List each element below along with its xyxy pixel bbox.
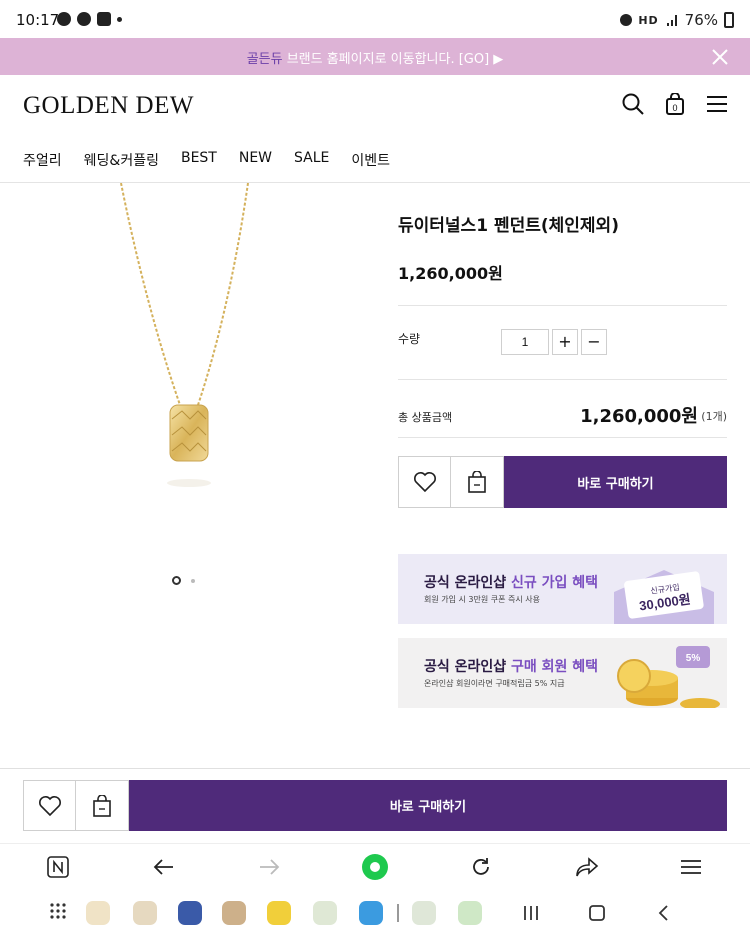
svg-text:5%: 5% [686,653,701,664]
promo-bar[interactable]: 골든듀 브랜드 홈페이지로 이동합니다. [GO] ▶ [0,38,750,75]
divider [398,379,727,380]
total-count: (1개) [701,410,727,423]
total-price: 1,260,000원 [580,406,698,427]
quantity-minus-button[interactable]: − [581,329,607,355]
coins-icon: 5% [617,646,720,708]
wishlist-button[interactable] [398,456,451,508]
menu-icon[interactable] [706,95,728,113]
nav-item-jewelry[interactable]: 주얼리 [23,150,62,170]
quantity-label: 수량 [398,332,421,346]
home-icon[interactable] [588,905,606,921]
brand-logo[interactable]: GOLDEN DEW [23,92,194,120]
naver-home-icon[interactable] [47,856,69,878]
cloud-icon [77,12,91,26]
quantity-input[interactable] [501,329,549,355]
buy-now-button[interactable]: 바로 구매하기 [504,456,727,508]
cart-icon[interactable]: 0 [665,93,685,115]
heart-icon [38,795,61,816]
system-nav-bar [0,889,750,937]
quantity-plus-button[interactable]: + [552,329,578,355]
status-bar: 10:17 HD 76% [0,0,750,38]
nav-item-sale[interactable]: SALE [294,150,329,170]
network-label: HD [638,13,659,27]
carousel-dot-active[interactable] [172,576,181,585]
more-dot-icon [117,16,122,22]
banner-title: 공식 온라인샵 신규 가입 혜택 [424,575,599,591]
back-icon[interactable] [656,904,670,922]
notification-icons [57,12,122,26]
camera-app-icon[interactable] [313,901,337,925]
sticky-buy-now-button[interactable]: 바로 구매하기 [129,780,727,831]
member-benefit-banner[interactable]: 공식 온라인샵 구매 회원 혜택 온라인샵 회원이라면 구매적립금 5% 지급 … [398,638,727,708]
header-actions: 0 [622,93,728,115]
status-right: HD 76% [620,11,734,29]
pen-app-icon[interactable] [267,901,291,925]
bear-app-icon[interactable] [222,901,246,925]
shopping-bag-icon [468,471,486,493]
banner-subtitle: 회원 가입 시 3만원 쿠폰 즉시 사용 [424,595,541,604]
banner-subtitle: 온라인샵 회원이라면 구매적립금 5% 지급 [424,679,565,688]
coupon-envelope-icon: 신규가입 30,000원 [614,570,714,624]
telegram-app-icon[interactable] [359,901,383,925]
green-dot-icon[interactable] [361,853,389,881]
close-icon[interactable] [712,49,728,65]
battery-icon [724,12,734,28]
nav-item-new[interactable]: NEW [239,150,272,170]
sticky-wishlist-button[interactable] [23,780,76,831]
nav-item-event[interactable]: 이벤트 [351,150,390,170]
alarm-icon [620,14,633,26]
signup-benefit-banner[interactable]: 공식 온라인샵 신규 가입 혜택 회원 가입 시 3만원 쿠폰 즉시 사용 신규… [398,554,727,624]
promo-message: 브랜드 홈페이지로 이동합니다. [GO] ▶ [282,52,504,67]
promo-brand: 골든듀 [246,52,283,67]
product-image[interactable] [0,183,370,513]
forward-arrow-icon[interactable] [259,857,281,877]
dock-divider [397,904,399,922]
back-arrow-icon[interactable] [152,857,174,877]
hamburger-menu-icon[interactable] [680,859,702,875]
search-icon[interactable] [622,93,644,115]
phone-app-icon[interactable] [86,901,110,925]
product-title: 듀이터널스1 펜던트(체인제외) [398,216,619,236]
promo-text[interactable]: 골든듀 브랜드 홈페이지로 이동합니다. [GO] ▶ [0,48,750,67]
recent-apps-icon[interactable] [522,905,540,921]
gallery-icon [97,12,111,26]
add-to-cart-button[interactable] [450,456,504,508]
battery-percent: 76% [684,11,718,29]
divider [398,305,727,306]
talk-icon [57,12,71,26]
heart-icon [413,472,436,493]
sprout-app-icon[interactable] [458,901,482,925]
sticky-cart-button[interactable] [75,780,129,831]
divider [398,437,727,438]
product-price: 1,260,000원 [398,264,503,283]
share-icon[interactable] [575,856,599,878]
main-nav: 주얼리 웨딩&커플링 BEST NEW SALE 이벤트 [23,150,390,170]
app-grid-icon[interactable] [50,903,66,919]
shopping-bag-icon [93,794,111,817]
nav-item-best[interactable]: BEST [181,150,217,170]
gallery-app-icon[interactable] [412,901,436,925]
signal-icon [666,15,677,26]
total-label: 총 상품금액 [398,411,453,424]
refresh-icon[interactable] [470,856,492,878]
svg-text:0: 0 [672,103,677,113]
messages-app-icon[interactable] [133,901,157,925]
nav-item-wedding[interactable]: 웨딩&커플링 [84,150,159,170]
carousel-dots[interactable] [172,576,195,585]
browser-toolbar [0,843,750,889]
carousel-dot[interactable] [191,578,195,583]
board-app-icon[interactable] [178,901,202,925]
status-time: 10:17 [16,11,60,29]
banner-title: 공식 온라인샵 구매 회원 혜택 [424,659,599,675]
